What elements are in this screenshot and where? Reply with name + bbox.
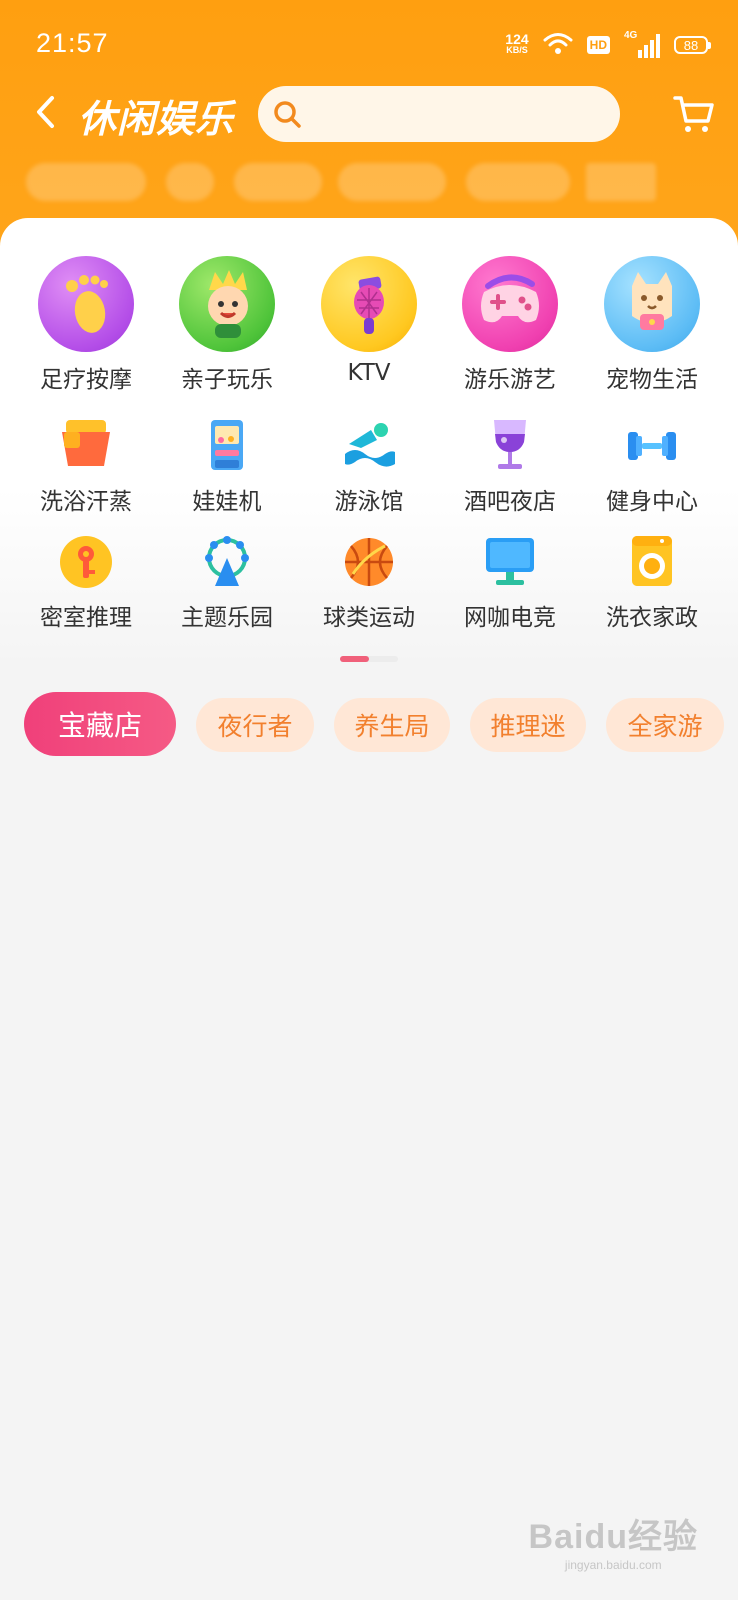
baidu-watermark: Baidu经验 jingyan.baidu.com — [529, 1509, 698, 1572]
category-pager — [340, 656, 398, 662]
sub-tab-strip[interactable] — [26, 163, 656, 201]
category-kids-play[interactable]: 亲子玩乐 — [162, 256, 292, 394]
category-fitness[interactable]: 健身中心 — [587, 418, 717, 516]
category-escape-room[interactable]: 密室推理 — [21, 534, 151, 632]
net-speed: 124 KB/S — [505, 31, 529, 56]
category-internet-cafe[interactable]: 网咖电竞 — [445, 534, 575, 632]
battery-level: 88 — [683, 37, 699, 53]
category-label: 网咖电竞 — [464, 605, 556, 631]
tag-night-owl[interactable]: 夜行者 — [196, 698, 314, 752]
search-input[interactable] — [312, 94, 602, 134]
back-button[interactable] — [26, 90, 66, 134]
net-speed-unit: KB/S — [506, 45, 528, 55]
net-speed-value: 124 — [505, 31, 529, 47]
cat-icon — [604, 256, 700, 352]
tag-family-trip[interactable]: 全家游 — [606, 698, 724, 752]
category-label: 亲子玩乐 — [181, 367, 273, 393]
watermark-logo: Baidu经验 — [528, 1518, 698, 1556]
hd-badge: HD — [586, 36, 610, 54]
category-label: 足疗按摩 — [40, 367, 132, 393]
theme-tag-row: 宝藏店 夜行者 养生局 推理迷 全家游 — [0, 692, 738, 758]
watermark-url: jingyan.baidu.com — [564, 1558, 662, 1572]
category-label: 游泳馆 — [334, 489, 404, 515]
wine-glass-icon — [482, 418, 538, 474]
category-bar-nightclub[interactable]: 酒吧夜店 — [445, 418, 575, 516]
search-box[interactable] — [258, 86, 620, 142]
gamepad-icon — [462, 256, 558, 352]
category-label: 游乐游艺 — [464, 367, 556, 393]
swimmer-icon — [341, 418, 397, 474]
category-claw-machine[interactable]: 娃娃机 — [162, 418, 292, 516]
tag-mystery-fan[interactable]: 推理迷 — [470, 698, 586, 752]
page-title: 休闲娱乐 — [78, 97, 235, 141]
microphone-icon — [321, 256, 417, 352]
category-label: KTV — [347, 360, 391, 386]
category-theme-park[interactable]: 主题乐园 — [162, 534, 292, 632]
category-pet-life[interactable]: 宠物生活 — [587, 256, 717, 394]
status-bar: 21:57 124 KB/S HD 4G 88 — [0, 0, 738, 80]
cart-button[interactable] — [672, 92, 716, 136]
category-label: 主题乐园 — [181, 605, 273, 631]
category-foot-massage[interactable]: 足疗按摩 — [21, 256, 151, 394]
chevron-left-icon — [37, 96, 54, 128]
bath-icon — [58, 418, 114, 474]
dumbbell-icon — [624, 418, 680, 474]
category-label: 宠物生活 — [606, 367, 698, 393]
battery-icon: 88 — [674, 36, 711, 54]
tag-wellness[interactable]: 养生局 — [334, 698, 450, 752]
category-label: 娃娃机 — [192, 489, 262, 515]
ferris-wheel-icon — [199, 534, 255, 590]
washing-machine-icon — [624, 534, 680, 590]
top-navigation: 休闲娱乐 — [0, 82, 738, 142]
monitor-icon — [482, 534, 538, 590]
kid-face-icon — [179, 256, 275, 352]
category-ktv[interactable]: KTV — [304, 256, 434, 386]
category-label: 洗浴汗蒸 — [40, 489, 132, 515]
category-swimming[interactable]: 游泳馆 — [304, 418, 434, 516]
status-icons: 124 KB/S HD 4G 88 — [505, 30, 711, 60]
category-ball-sports[interactable]: 球类运动 — [304, 534, 434, 632]
foot-icon — [38, 256, 134, 352]
claw-machine-icon — [199, 418, 255, 474]
category-laundry-housekeeping[interactable]: 洗衣家政 — [587, 534, 717, 632]
category-label: 洗衣家政 — [606, 605, 698, 631]
category-label: 健身中心 — [606, 489, 698, 515]
category-bath-sauna[interactable]: 洗浴汗蒸 — [21, 418, 151, 516]
status-time: 21:57 — [36, 28, 109, 58]
pager-thumb — [340, 656, 369, 662]
network-label: 4G — [624, 30, 638, 41]
basketball-icon — [341, 534, 397, 590]
signal-icon: 4G — [624, 30, 660, 58]
category-amusement[interactable]: 游乐游艺 — [445, 256, 575, 394]
shopping-cart-icon — [673, 96, 714, 132]
category-label: 密室推理 — [40, 605, 132, 631]
category-label: 酒吧夜店 — [464, 489, 556, 515]
search-icon — [272, 99, 302, 133]
tag-treasure-shop[interactable]: 宝藏店 — [24, 692, 176, 756]
category-label: 球类运动 — [323, 605, 415, 631]
wifi-icon — [543, 31, 573, 59]
key-icon — [58, 534, 114, 590]
